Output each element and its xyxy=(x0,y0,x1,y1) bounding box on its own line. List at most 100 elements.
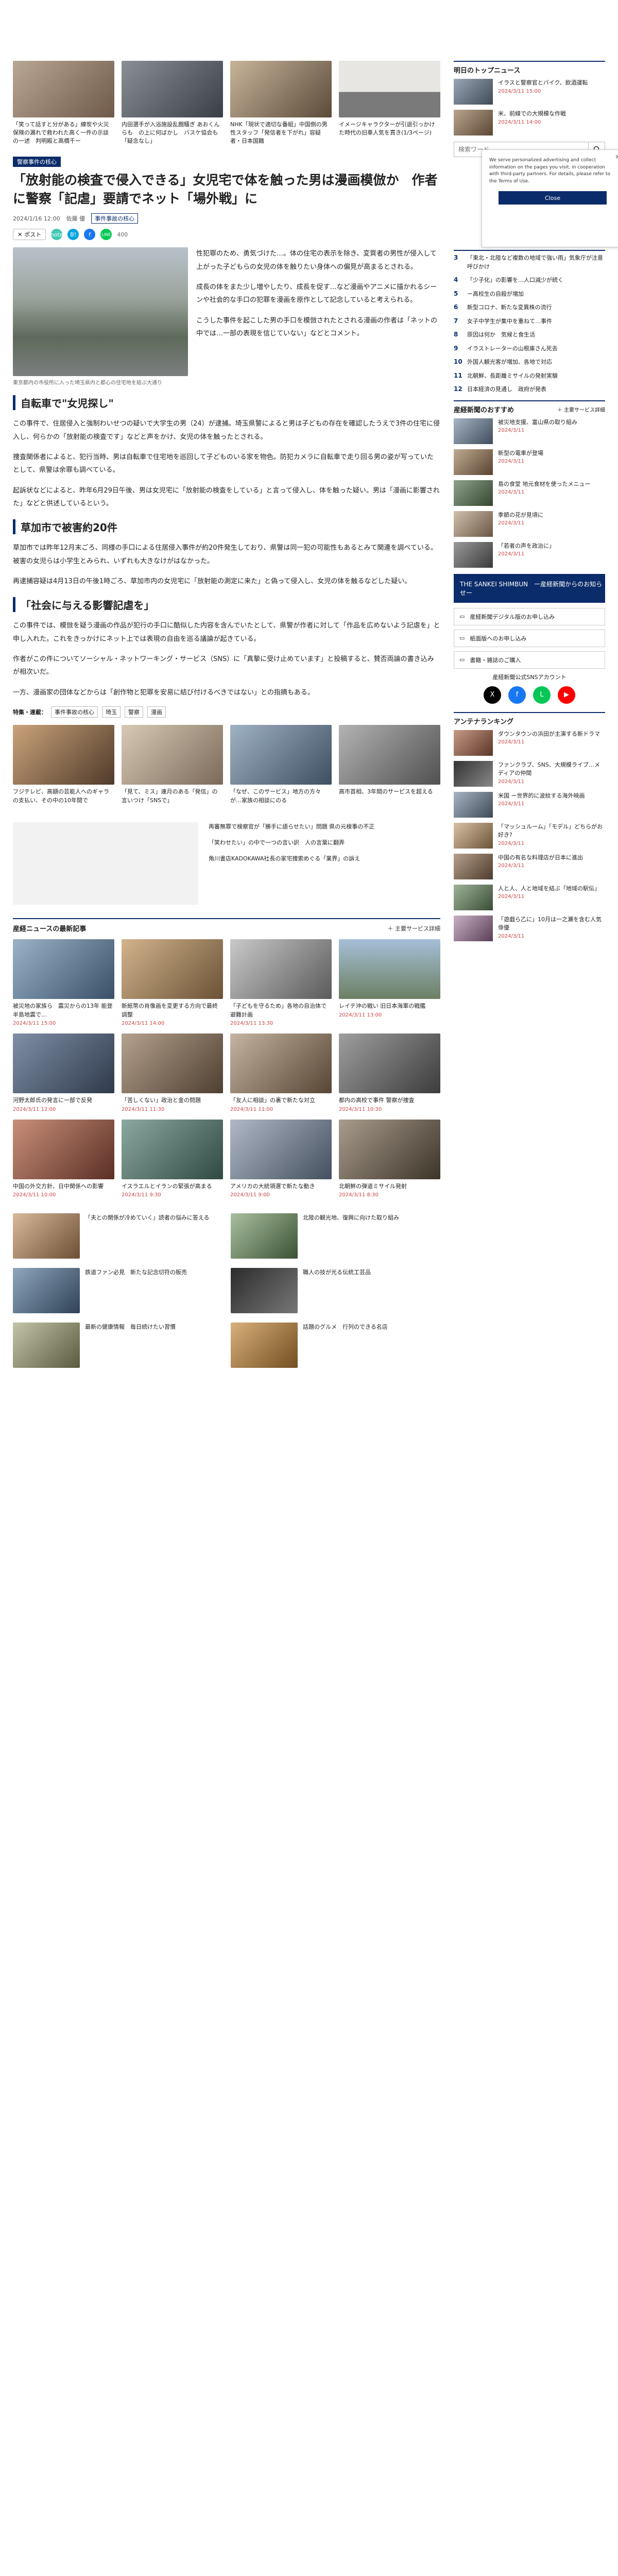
entame-item[interactable]: 「マッシュルーム」「モデル」どちらがお好き? 2024/3/11 xyxy=(454,822,605,849)
news-date: 2024/3/11 13:00 xyxy=(339,1012,382,1018)
youtube-icon[interactable]: ▶ xyxy=(558,686,575,704)
news-item[interactable]: 都内の高校で事件 警察が捜査 2024/3/11 10:30 xyxy=(339,1033,440,1112)
news-item[interactable]: 「子どもを守るため」各地の自治体で避難計画 2024/3/11 13:30 xyxy=(230,939,332,1026)
tag-link[interactable]: 漫画 xyxy=(147,706,166,718)
ad-slot[interactable] xyxy=(13,822,198,905)
news-item[interactable]: レイテ沖の戦い 旧日本海軍の戦艦 2024/3/11 13:00 xyxy=(339,939,440,1026)
more-news-link[interactable]: ＋ 主要サービス詳細 xyxy=(388,924,441,933)
news-item[interactable]: 「友人に相談」の裏で新たな対立 2024/3/11 11:00 xyxy=(230,1033,332,1112)
ranking-item[interactable]: 3 「東北・北陸など複数の地域で強い雨」気象庁が注意呼びかけ xyxy=(454,254,605,271)
hatena-icon[interactable]: B! xyxy=(67,229,79,241)
top-strip-item[interactable]: 内田選手が入浴施設乱闘騒ぎ あおくんらも の上に何ばかし バスケ協会も「疑念なし… xyxy=(122,61,223,145)
osusume-item[interactable]: 島の食堂 地元食材を使ったメニュー 2024/3/11 xyxy=(454,480,605,506)
related-item[interactable]: 高市首相、3年間のサービスを超える xyxy=(339,725,440,805)
news-item[interactable]: 北朝鮮の弾道ミサイル発射 2024/3/11 8:30 xyxy=(339,1119,440,1198)
news-item[interactable]: 中国の外交方針、日中関係への影響 2024/3/11 10:00 xyxy=(13,1119,114,1198)
osusume-date: 2024/3/11 xyxy=(498,459,525,464)
promo-item[interactable]: 職人の技が光る伝統工芸品 xyxy=(231,1268,440,1314)
ad-row: 再審無罪で検察官が「勝手に語らせたい」問題 県の元検事の不正 「笑わせたい」の中… xyxy=(13,822,440,905)
thumbnail xyxy=(13,61,114,117)
ranking-item[interactable]: 8 原因は何か 気候と食生活 xyxy=(454,331,605,340)
related-item[interactable]: 「なぜ、このサービス」地方の方々が…家族の相談にのる xyxy=(230,725,332,805)
news-item[interactable]: 被災地の家族ら 震災からの13年 能登半島地震で… 2024/3/11 15:00 xyxy=(13,939,114,1026)
ad-link[interactable]: 再審無罪で検察官が「勝手に語らせたい」問題 県の元検事の不正 xyxy=(209,822,440,832)
osusume-item[interactable]: 「若者の声を政治に」 2024/3/11 xyxy=(454,541,605,568)
ranking-item[interactable]: 11 北朝鮮、長距離ミサイルの発射実験 xyxy=(454,372,605,381)
news-item[interactable]: イスラエルとイランの緊張が高まる 2024/3/11 9:30 xyxy=(122,1119,223,1198)
close-icon[interactable]: × xyxy=(615,152,618,161)
osusume-item[interactable]: 被災地支援、富山県の取り組み 2024/3/11 xyxy=(454,418,605,444)
news-item[interactable]: 河野太郎氏の発言に一部で反発 2024/3/11 12:00 xyxy=(13,1033,114,1112)
entame-item[interactable]: 人と人、人と地域を結ぶ「地域の駅伝」 2024/3/11 xyxy=(454,884,605,910)
ranking-item[interactable]: 4 「少子化」の影響を…人口減少が続く xyxy=(454,276,605,285)
thumbnail xyxy=(231,1323,298,1368)
top-strip-item[interactable]: NHK「現状で適切な番組」中国側の男性スタッフ「発信者を下がれ」容疑者・日本国籍 xyxy=(230,61,332,145)
promo-item[interactable]: 鉄道ファン必見 新たな記念切符の販売 xyxy=(13,1268,222,1314)
osusume-item[interactable]: 季節の花が見頃に 2024/3/11 xyxy=(454,511,605,537)
ranking-item[interactable]: 7 女子中学生が集中を重ねて…事件 xyxy=(454,317,605,326)
entame-item[interactable]: 中国の有名な料理店が日本に進出 2024/3/11 xyxy=(454,853,605,879)
line-icon[interactable]: L xyxy=(533,686,551,704)
ranking-item[interactable]: 6 新型コロナ、新たな変異株の流行 xyxy=(454,303,605,312)
facebook-icon[interactable]: f xyxy=(84,229,96,241)
tag-link[interactable]: 事件事故の核心 xyxy=(51,706,98,718)
thumbnail xyxy=(454,915,493,941)
ranking-item[interactable]: 10 外国人観光客が増加、各地で対応 xyxy=(454,358,605,367)
category-badge[interactable]: 警察事件の核心 xyxy=(13,156,61,167)
related-item[interactable]: フジテレビ、高額の芸能人へのギャラの支払い、その中の10年間で xyxy=(13,725,114,805)
thumbnail xyxy=(13,1323,80,1368)
line-icon[interactable]: LINE xyxy=(100,229,112,241)
thumbnail xyxy=(122,1033,223,1094)
ad-link[interactable]: 「笑わせたい」の中で一つの言い訳 人の言葉に翻弄 xyxy=(209,838,440,848)
osusume-item[interactable]: 新型の電車が登場 2024/3/11 xyxy=(454,449,605,475)
entame-headline: 人と人、人と地域を結ぶ「地域の駅伝」 xyxy=(498,885,600,892)
main-column: 「笑って話すと分がある」練炭や火災保険の漏れで救われた高く一件の示談の一述 判明… xyxy=(13,0,440,1398)
ranking-item[interactable]: 12 日本経済の見通し 政府が発表 xyxy=(454,385,605,394)
news-date: 2024/3/11 13:30 xyxy=(230,1021,273,1027)
osusume-headline: 新型の電車が登場 xyxy=(498,449,543,456)
entame-date: 2024/3/11 xyxy=(498,863,525,869)
news-item[interactable]: 「苦しくない」政治と金の問題 2024/3/11 11:30 xyxy=(122,1033,223,1112)
note-icon[interactable]: note xyxy=(50,229,63,241)
post-button[interactable]: ✕ ポスト xyxy=(13,229,46,241)
paragraph: 捜査関係者によると、犯行当時、男は自転車で住宅地を巡回して子どものいる家を物色。… xyxy=(13,453,434,474)
related-item[interactable]: 「見て、ミス」連月のある「発信」の言いつけ「SNSで」 xyxy=(122,725,223,805)
top-news-item[interactable]: イラスと警察官とバイク、飲酒運転 2024/3/11 15:00 xyxy=(454,79,605,105)
sankei-banner[interactable]: THE SANKEI SHIMBUN ー産経新聞からのお知らせー xyxy=(454,573,605,603)
news-item[interactable]: 新紙幣の肖像画を変更する方向で最終調整 2024/3/11 14:00 xyxy=(122,939,223,1026)
lead-block: 東京都内の市役所に入った埼玉県内と都心の住宅地を結ぶ大通り 性犯罪のため、勇気づ… xyxy=(13,247,440,386)
promo-item[interactable]: 「夫との関係が冷めていく」読者の悩みに答える xyxy=(13,1213,222,1259)
facebook-icon[interactable]: f xyxy=(508,686,526,704)
author-name[interactable]: 佐藤 優 xyxy=(66,214,85,223)
service-link[interactable]: ▭ 産経新聞デジタル版のお申し込み xyxy=(454,607,605,625)
article-tag[interactable]: 事件事故の核心 xyxy=(91,213,139,224)
service-link[interactable]: ▭ 書籍・雑誌のご購入 xyxy=(454,651,605,669)
tag-link[interactable]: 警察 xyxy=(125,706,143,718)
entame-item[interactable]: ダウンタウンの浜田が主演する新ドラマ 2024/3/11 xyxy=(454,730,605,756)
tag-link[interactable]: 埼玉 xyxy=(102,706,121,718)
close-button[interactable]: Close xyxy=(499,191,607,205)
top-strip-item[interactable]: イメージキャラクターが引退引っかけた時代の旧車人気を貫き(1/3ページ) xyxy=(339,61,440,145)
x-icon[interactable]: X xyxy=(484,686,501,704)
news-title: 都内の高校で事件 警察が捜査 xyxy=(339,1097,415,1104)
thumbnail xyxy=(454,760,493,787)
promo-item[interactable]: 最新の健康情報 毎日続けたい習慣 xyxy=(13,1323,222,1368)
promo-item[interactable]: 話題のグルメ 行列のできる名店 xyxy=(231,1323,440,1368)
osusume-more-link[interactable]: ＋ 主要サービス詳細 xyxy=(557,405,605,413)
section-heading: 「社会に与える影響記虐を」 xyxy=(13,597,440,613)
top-strip-item[interactable]: 「笑って話すと分がある」練炭や火災保険の漏れで救われた高く一件の示談の一述 判明… xyxy=(13,61,114,145)
entame-date: 2024/3/11 xyxy=(498,778,525,785)
entame-item[interactable]: 「遊戯ら乙に」10月は一之瀬を含む人気俳優 2024/3/11 xyxy=(454,915,605,941)
service-link[interactable]: ▭ 紙面版へのお申し込み xyxy=(454,629,605,647)
entame-item[interactable]: ファンクラブ、SNS、大規模ライブ…メディアの仲間 2024/3/11 xyxy=(454,760,605,787)
ranking-item[interactable]: 9 イラストレーターの山根庫さん死去 xyxy=(454,345,605,353)
news-item[interactable]: アメリカの大統領選で新たな動き 2024/3/11 9:00 xyxy=(230,1119,332,1198)
entame-headline: ファンクラブ、SNS、大規模ライブ…メディアの仲間 xyxy=(498,761,600,777)
ranking-item[interactable]: 5 ー高校生の自殺が増加 xyxy=(454,290,605,299)
entame-headline: 「マッシュルーム」「モデル」どちらがお好き? xyxy=(498,823,603,839)
entame-item[interactable]: 米国 ー世界的に波紋する海外映画 2024/3/11 xyxy=(454,791,605,818)
ad-link[interactable]: 角川書店KADOKAWA社長の家宅捜索めぐる「業界」の訴え xyxy=(209,854,440,864)
ranking-title: イラストレーターの山根庫さん死去 xyxy=(467,345,558,352)
promo-item[interactable]: 北陸の観光地、復興に向けた取り組み xyxy=(231,1213,440,1259)
top-news-item[interactable]: 米、前線での大規模な作戦 2024/3/11 14:00 xyxy=(454,110,605,135)
